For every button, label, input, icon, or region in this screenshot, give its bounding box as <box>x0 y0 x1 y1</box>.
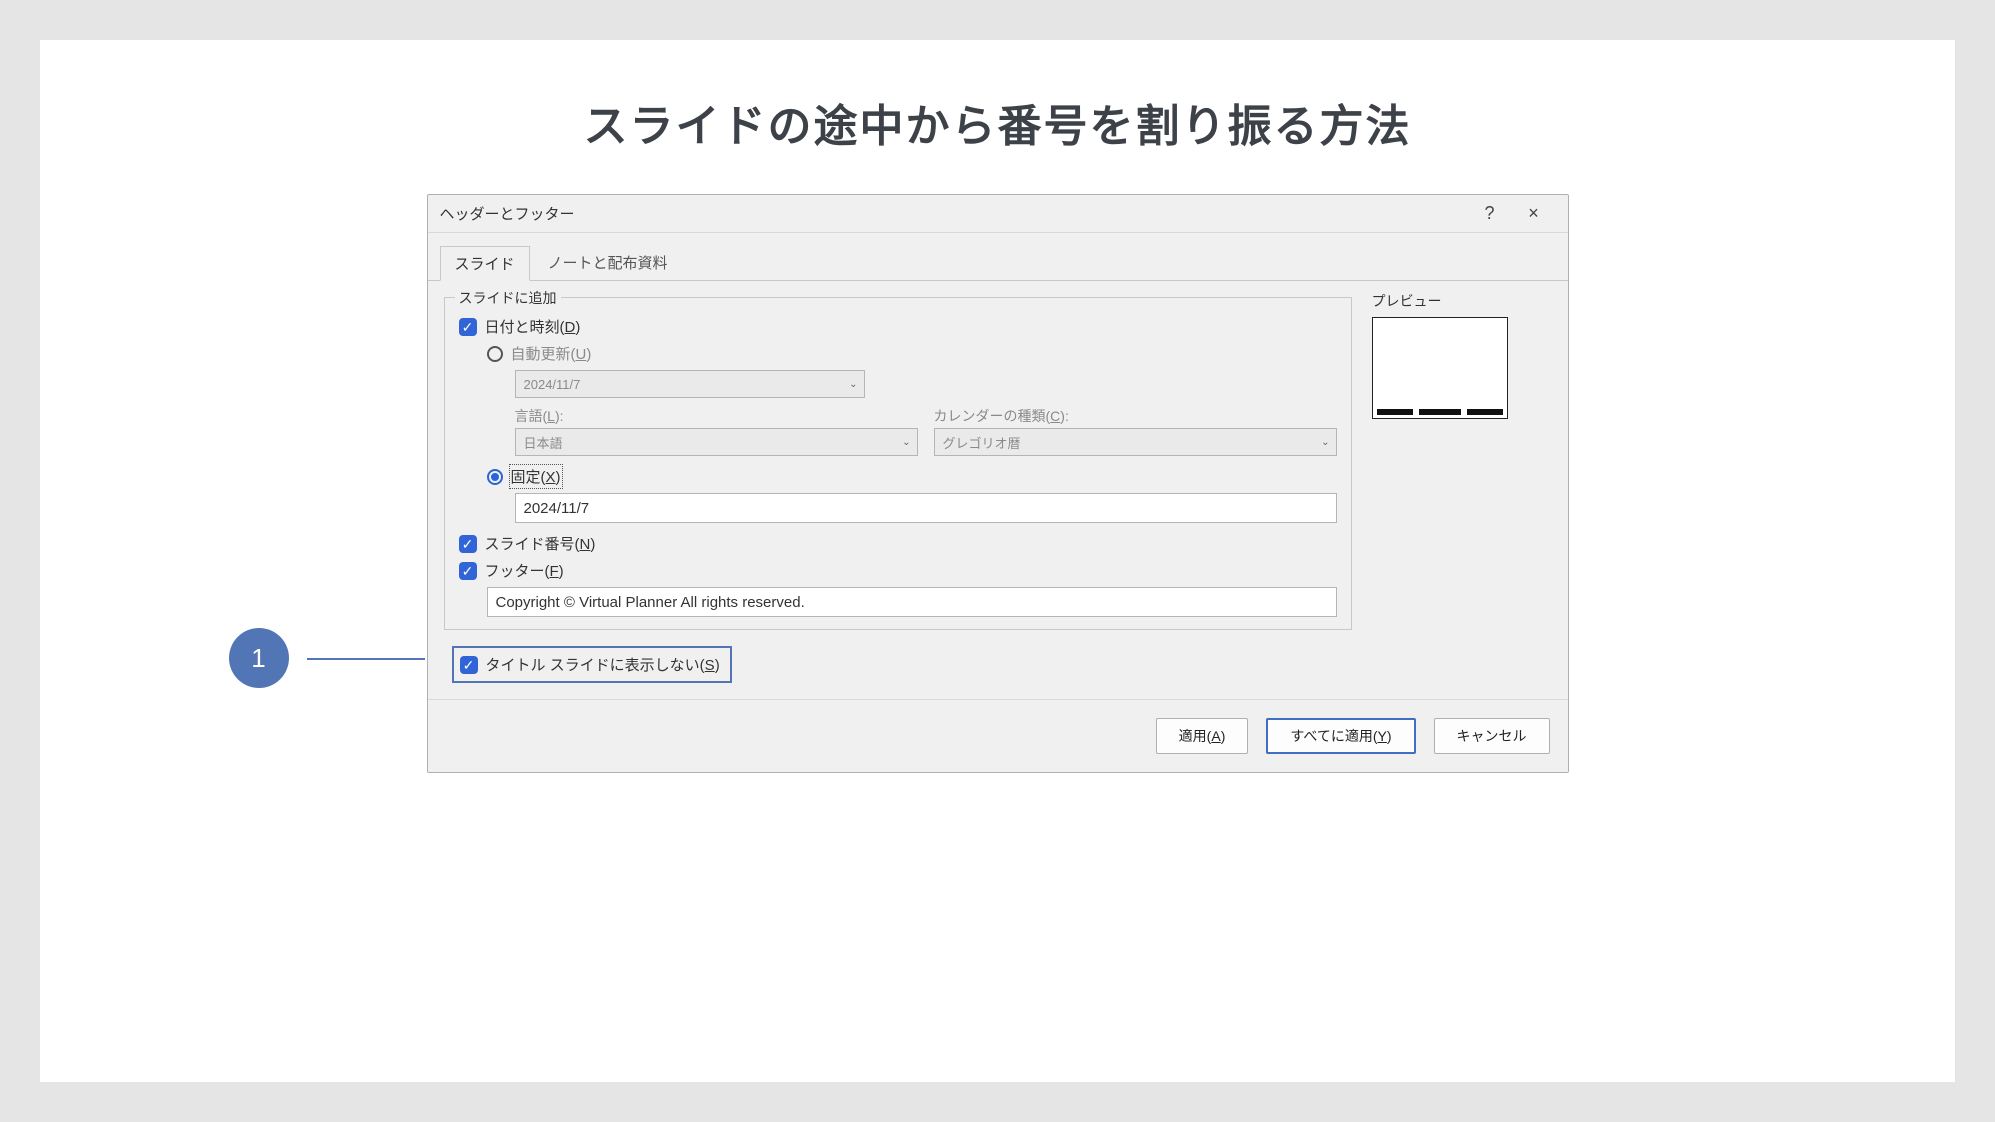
page-title: スライドの途中から番号を割り振る方法 <box>120 90 1875 154</box>
dialog-title: ヘッダーとフッター <box>440 203 1468 224</box>
tab-notes-handouts[interactable]: ノートと配布資料 <box>534 246 682 281</box>
fixed-date-value: 2024/11/7 <box>524 500 590 517</box>
fixed-label[interactable]: 固定(X) <box>511 466 561 487</box>
footer-row: フッター(F) <box>459 560 1337 581</box>
slide-number-label[interactable]: スライド番号(N) <box>485 533 596 554</box>
calendar-type-combo[interactable]: グレゴリオ暦 ⌄ <box>934 428 1337 456</box>
hide-title-slide-checkbox[interactable] <box>460 656 478 674</box>
hide-title-slide-label[interactable]: タイトル スライドに表示しない(S) <box>486 654 720 675</box>
callout-line <box>307 658 425 660</box>
footer-input[interactable]: Copyright © Virtual Planner All rights r… <box>487 587 1337 617</box>
apply-all-button[interactable]: すべてに適用(Y) <box>1266 718 1415 754</box>
close-button[interactable]: × <box>1512 203 1556 224</box>
preview-thumbnail <box>1372 317 1508 419</box>
fixed-radio[interactable] <box>487 469 503 485</box>
tab-bar: スライド ノートと配布資料 <box>428 233 1568 281</box>
apply-button[interactable]: 適用(A) <box>1156 718 1249 754</box>
auto-update-date-combo[interactable]: 2024/11/7 ⌄ <box>515 370 865 398</box>
header-footer-dialog: ヘッダーとフッター ? × スライド ノートと配布資料 スライドに追加 <box>427 194 1569 773</box>
footer-label[interactable]: フッター(F) <box>485 560 564 581</box>
date-time-label[interactable]: 日付と時刻(D) <box>485 316 581 337</box>
auto-update-row: 自動更新(U) <box>487 343 1337 364</box>
help-button[interactable]: ? <box>1468 203 1512 224</box>
chevron-down-icon: ⌄ <box>1321 437 1329 448</box>
group-title: スライドに追加 <box>455 288 561 308</box>
date-time-checkbox[interactable] <box>459 318 477 336</box>
cancel-button[interactable]: キャンセル <box>1434 718 1550 754</box>
fixed-row: 固定(X) <box>487 466 1337 487</box>
add-to-slide-group: スライドに追加 日付と時刻(D) 自動更新(U) <box>444 297 1352 630</box>
tab-slide[interactable]: スライド <box>440 246 530 281</box>
slide-number-checkbox[interactable] <box>459 535 477 553</box>
auto-update-radio[interactable] <box>487 346 503 362</box>
fixed-date-input[interactable]: 2024/11/7 <box>515 493 1337 523</box>
dialog-button-bar: 適用(A) すべてに適用(Y) キャンセル <box>428 699 1568 772</box>
dialog-titlebar: ヘッダーとフッター ? × <box>428 195 1568 233</box>
auto-update-date-value: 2024/11/7 <box>524 377 581 392</box>
tutorial-slide: スライドの途中から番号を割り振る方法 1 ヘッダーとフッター ? × スライド … <box>40 40 1955 1082</box>
language-value: 日本語 <box>524 433 563 452</box>
chevron-down-icon: ⌄ <box>902 437 910 448</box>
calendar-type-value: グレゴリオ暦 <box>943 433 1021 452</box>
callout-badge-1: 1 <box>229 628 289 688</box>
date-time-row: 日付と時刻(D) <box>459 316 1337 337</box>
chevron-down-icon: ⌄ <box>849 379 857 390</box>
calendar-type-label: カレンダーの種類(C): <box>934 406 1337 426</box>
footer-checkbox[interactable] <box>459 562 477 580</box>
hide-title-slide-highlight: タイトル スライドに表示しない(S) <box>452 646 732 683</box>
footer-value: Copyright © Virtual Planner All rights r… <box>496 594 805 611</box>
dialog-body: スライドに追加 日付と時刻(D) 自動更新(U) <box>428 281 1568 699</box>
language-combo[interactable]: 日本語 ⌄ <box>515 428 918 456</box>
language-label: 言語(L): <box>515 406 918 426</box>
preview-label: プレビュー <box>1372 291 1552 311</box>
slide-number-row: スライド番号(N) <box>459 533 1337 554</box>
auto-update-label[interactable]: 自動更新(U) <box>511 343 592 364</box>
